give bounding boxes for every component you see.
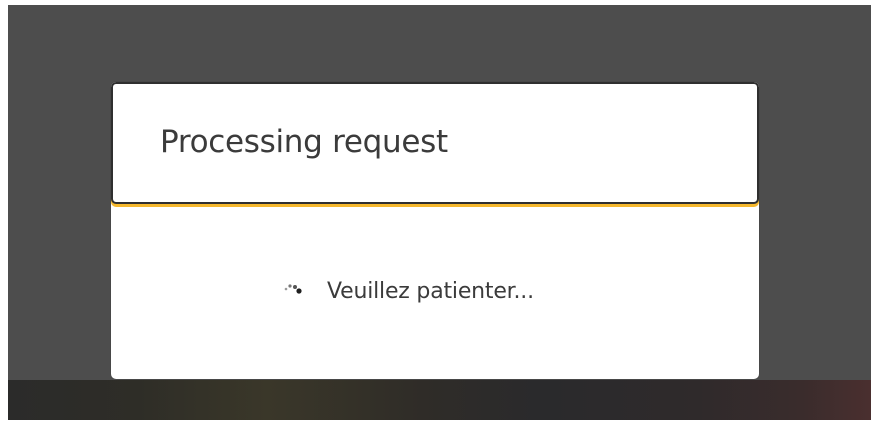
dialog-body: Veuillez patienter... xyxy=(111,206,759,379)
loading-text: Veuillez patienter... xyxy=(327,278,534,304)
spinner-icon xyxy=(283,283,305,299)
dialog-header: Processing request xyxy=(111,82,759,204)
modal-overlay: Processing request Veuillez patienter... xyxy=(8,5,871,420)
loading-indicator: Veuillez patienter... xyxy=(283,276,534,306)
processing-dialog: Processing request Veuillez patienter... xyxy=(111,82,759,379)
background-strip xyxy=(8,380,871,420)
dialog-title: Processing request xyxy=(160,124,448,160)
